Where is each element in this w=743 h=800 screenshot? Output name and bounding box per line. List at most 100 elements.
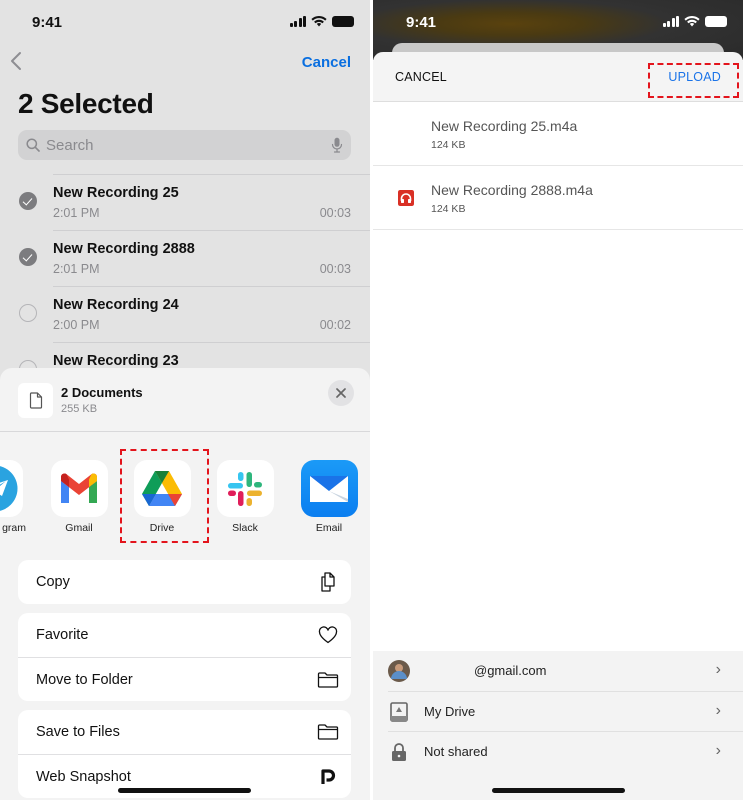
status-icons — [289, 15, 354, 27]
recording-row[interactable]: New Recording 25 2:01 PM 00:03 — [0, 174, 370, 230]
cancel-button[interactable]: Cancel — [302, 54, 351, 71]
google-drive-icon — [133, 460, 191, 517]
search-icon — [26, 138, 40, 152]
action-group-organize: Favorite Move to Folder — [18, 613, 351, 701]
app-gmail[interactable]: Gmail — [47, 460, 111, 534]
app-telegram[interactable]: gram — [0, 460, 26, 534]
page-title: 2 Selected — [18, 88, 154, 119]
selection-checkmark[interactable] — [19, 248, 37, 266]
email-icon — [300, 460, 358, 517]
recording-row[interactable]: New Recording 24 2:00 PM 00:02 — [0, 286, 370, 342]
file-name: New Recording 25.m4a — [431, 118, 578, 134]
action-move-to-folder[interactable]: Move to Folder — [18, 657, 351, 701]
action-group-copy: Copy — [18, 560, 351, 604]
app-slack[interactable]: Slack — [213, 460, 277, 534]
account-selector[interactable]: @gmail.com › — [388, 651, 743, 691]
slack-icon — [216, 460, 274, 517]
cancel-upload-button[interactable]: CANCEL — [395, 70, 447, 84]
action-group-save: Save to Files Web Snapshot — [18, 710, 351, 798]
selection-checkmark[interactable] — [19, 192, 37, 210]
app-label: Slack — [232, 522, 258, 534]
file-size: 124 KB — [431, 139, 466, 151]
row-divider — [53, 174, 370, 175]
app-label: gram — [2, 522, 26, 534]
action-label: Save to Files — [36, 724, 120, 740]
action-label: Copy — [36, 574, 70, 590]
app-label: Email — [315, 522, 343, 534]
recording-name: New Recording 24 — [53, 297, 179, 313]
audio-file-icon — [398, 190, 414, 206]
status-time: 9:41 — [32, 14, 63, 31]
cellular-signal-icon — [289, 15, 306, 27]
document-thumbnail — [18, 383, 53, 418]
account-email: @gmail.com — [474, 663, 547, 678]
chevron-right-icon: › — [715, 661, 721, 678]
voice-memos-share-screen: 9:41 Cancel 2 Selected New Recording 25 … — [0, 0, 370, 800]
document-title: 2 Documents — [61, 385, 143, 400]
back-button[interactable] — [10, 50, 22, 78]
microphone-icon[interactable] — [331, 137, 343, 153]
chevron-right-icon: › — [715, 702, 721, 719]
app-google-drive[interactable]: Drive — [130, 460, 194, 534]
document-icon — [29, 392, 42, 409]
row-divider — [53, 230, 370, 231]
chevron-right-icon: › — [715, 742, 721, 759]
pocket-p-icon — [321, 769, 336, 784]
recording-time: 2:00 PM — [53, 318, 100, 332]
status-bar: 9:41 — [0, 0, 370, 44]
home-indicator — [492, 788, 625, 793]
recording-duration: 00:03 — [319, 262, 351, 276]
app-label: Gmail — [65, 522, 93, 534]
share-apps-row: gram Gmail Drive Slack Email — [0, 460, 370, 540]
close-button[interactable] — [328, 380, 354, 406]
search-bar[interactable] — [18, 130, 351, 160]
file-size: 124 KB — [431, 203, 466, 215]
file-name: New Recording 2888.m4a — [431, 182, 593, 198]
action-label: Web Snapshot — [36, 768, 131, 785]
folder-icon — [317, 724, 339, 740]
recording-name: New Recording 23 — [53, 353, 179, 369]
battery-icon — [332, 15, 354, 27]
telegram-icon — [0, 460, 23, 517]
recording-duration: 00:02 — [319, 318, 351, 332]
recording-row[interactable]: New Recording 2888 2:01 PM 00:03 — [0, 230, 370, 286]
avatar — [388, 660, 410, 682]
action-label: Favorite — [36, 627, 89, 643]
upload-button[interactable]: UPLOAD — [668, 70, 721, 84]
wifi-icon — [311, 15, 327, 27]
heart-icon — [318, 626, 338, 644]
app-email[interactable]: Email — [297, 460, 361, 534]
recording-duration: 00:03 — [319, 206, 351, 220]
recording-name: New Recording 25 — [53, 185, 179, 201]
action-favorite[interactable]: Favorite — [18, 613, 351, 657]
app-label: Drive — [149, 522, 175, 534]
wifi-icon — [684, 15, 700, 27]
selection-circle[interactable] — [19, 304, 37, 322]
recording-time: 2:01 PM — [53, 206, 100, 220]
recording-time: 2:01 PM — [53, 262, 100, 276]
sharing-selector[interactable]: Not shared › — [388, 731, 743, 771]
upload-destination: @gmail.com › My Drive › Not shared › — [373, 651, 743, 800]
recording-name: New Recording 2888 — [53, 241, 195, 257]
action-copy[interactable]: Copy — [18, 560, 351, 604]
status-icons — [662, 15, 727, 27]
search-input[interactable] — [46, 136, 331, 154]
folder-icon — [317, 672, 339, 688]
action-save-to-files[interactable]: Save to Files — [18, 710, 351, 754]
document-size: 255 KB — [61, 403, 98, 415]
copy-icon — [321, 572, 335, 592]
battery-icon — [705, 15, 727, 27]
recordings-list: New Recording 25 2:01 PM 00:03 New Recor… — [0, 174, 370, 398]
lock-icon — [392, 743, 406, 761]
folder-selector[interactable]: My Drive › — [388, 691, 743, 731]
file-row: New Recording 2888.m4a 124 KB — [373, 166, 743, 230]
file-row: New Recording 25.m4a 124 KB — [373, 102, 743, 166]
action-label: Move to Folder — [36, 671, 133, 688]
status-time: 9:41 — [406, 14, 437, 31]
sharing-status: Not shared — [424, 744, 488, 759]
chevron-left-icon — [11, 52, 21, 70]
google-drive-upload-screen: 9:41 CANCEL UPLOAD New Recording 25.m4a … — [373, 0, 743, 800]
status-bar: 9:41 — [373, 0, 743, 44]
share-sheet-header: 2 Documents 255 KB — [0, 368, 370, 432]
home-indicator — [118, 788, 251, 793]
